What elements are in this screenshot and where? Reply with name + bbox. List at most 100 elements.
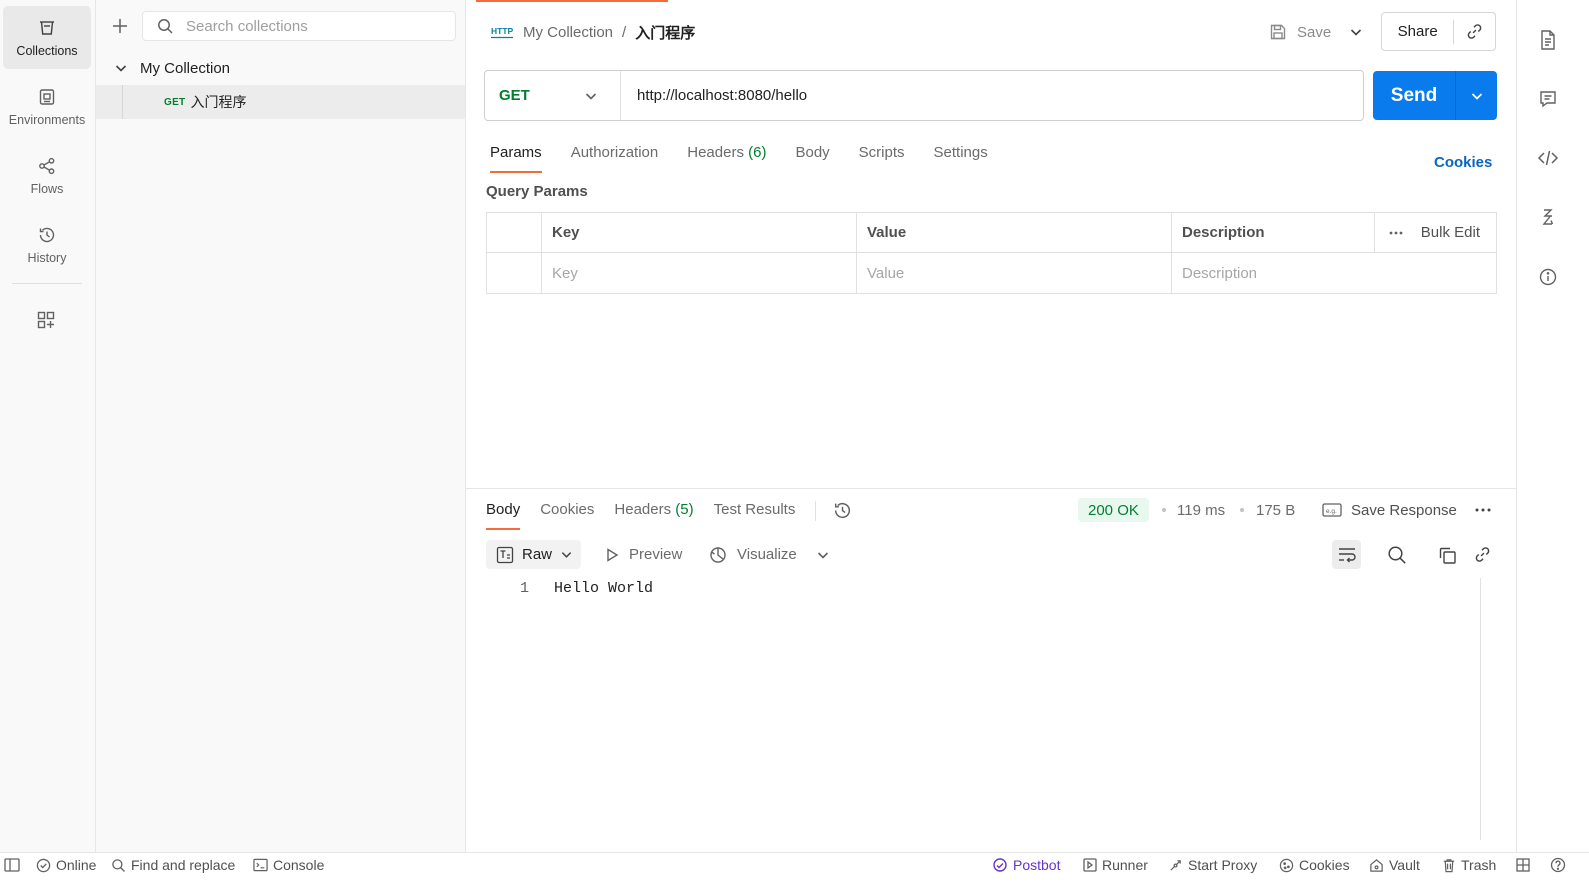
vault-button[interactable]: Vault: [1369, 853, 1420, 877]
copy-response-link-button[interactable]: [1468, 540, 1497, 569]
tab-body[interactable]: Body: [795, 142, 829, 174]
help-button[interactable]: [1550, 853, 1566, 877]
breadcrumb-request[interactable]: 入门程序: [635, 22, 695, 43]
console-label: Console: [273, 857, 325, 873]
query-params-title: Query Params: [486, 183, 588, 200]
more-options-icon[interactable]: [1388, 230, 1404, 236]
method-select[interactable]: GET: [485, 71, 621, 120]
key-input[interactable]: [552, 264, 856, 282]
bulk-edit-button[interactable]: Bulk Edit: [1421, 224, 1480, 241]
breadcrumb-collection[interactable]: My Collection: [523, 24, 613, 41]
postbot-button[interactable]: Postbot: [992, 853, 1060, 877]
start-proxy-button[interactable]: Start Proxy: [1168, 853, 1257, 877]
console-button[interactable]: Console: [253, 853, 324, 877]
response-size[interactable]: 175 B: [1256, 498, 1295, 522]
description-input[interactable]: [1182, 264, 1496, 282]
link-icon: [1475, 547, 1490, 562]
rail-environments[interactable]: Environments: [3, 75, 91, 138]
cookies-button[interactable]: Cookies: [1279, 853, 1350, 877]
tab-settings[interactable]: Settings: [934, 142, 988, 174]
online-status[interactable]: Online: [36, 853, 96, 877]
documentation-icon[interactable]: [1536, 28, 1560, 52]
copy-icon: [1439, 547, 1456, 564]
layout-toggle-button[interactable]: [1516, 853, 1530, 877]
rail-history[interactable]: History: [3, 213, 91, 276]
collection-row[interactable]: My Collection: [96, 51, 465, 85]
toggle-sidebar-button[interactable]: [4, 853, 20, 877]
rail-collections[interactable]: Collections: [3, 6, 91, 69]
visualize-button[interactable]: Visualize: [708, 540, 797, 569]
info-icon[interactable]: [1536, 265, 1560, 289]
chevron-down-icon[interactable]: [114, 61, 128, 75]
online-label: Online: [56, 857, 97, 873]
preview-button[interactable]: Preview: [604, 540, 682, 569]
send-button[interactable]: Send: [1373, 85, 1455, 107]
send-options-button[interactable]: [1456, 89, 1497, 103]
response-tab-test-results[interactable]: Test Results: [714, 500, 796, 530]
checkbox-column-header: [487, 213, 542, 252]
response-more-button[interactable]: [1472, 500, 1494, 520]
cookies-link[interactable]: Cookies: [1434, 154, 1492, 171]
save-button[interactable]: Save: [1268, 18, 1331, 46]
key-cell: [542, 253, 857, 293]
tab-params[interactable]: Params: [490, 142, 542, 174]
description-column-header: Description: [1172, 213, 1375, 252]
rail-divider: [12, 283, 82, 284]
cookie-icon: [1279, 858, 1294, 872]
method-value: GET: [499, 87, 530, 104]
http-request-icon: HTTP: [490, 22, 514, 42]
response-tab-cookies[interactable]: Cookies: [540, 500, 594, 530]
save-response-button[interactable]: e.g. Save Response: [1322, 498, 1457, 522]
response-body-text[interactable]: Hello World: [554, 580, 653, 597]
response-scrollbar[interactable]: [1480, 578, 1481, 840]
chevron-down-icon: [561, 552, 572, 558]
chevron-down-icon: [585, 92, 597, 100]
request-row[interactable]: GET 入门程序: [96, 85, 465, 119]
comments-icon[interactable]: [1536, 87, 1560, 111]
share-button[interactable]: Share: [1382, 23, 1453, 40]
new-collection-button[interactable]: [108, 14, 132, 38]
chevron-down-icon: [1471, 92, 1482, 100]
trash-button[interactable]: Trash: [1442, 853, 1496, 877]
query-params-table: Key Value Description Bulk Edit: [486, 212, 1497, 294]
search-collections-box[interactable]: [142, 11, 456, 41]
wrap-lines-button[interactable]: [1332, 540, 1361, 569]
response-tab-headers[interactable]: Headers (5): [614, 500, 693, 530]
response-history-icon[interactable]: [832, 500, 853, 521]
description-cell: [1172, 253, 1496, 293]
status-badge[interactable]: 200 OK: [1078, 498, 1149, 522]
value-input[interactable]: [867, 264, 1171, 282]
save-options-button[interactable]: [1344, 20, 1368, 44]
headers-count: (6): [748, 144, 767, 161]
rail-flows[interactable]: Flows: [3, 144, 91, 207]
visualize-options-button[interactable]: [816, 540, 830, 569]
response-time[interactable]: 119 ms: [1177, 498, 1225, 522]
search-response-button[interactable]: [1382, 540, 1411, 569]
request-name: 入门程序: [190, 94, 247, 110]
add-workspace-items-icon[interactable]: [36, 310, 56, 330]
layout-icon: [1516, 858, 1530, 872]
sidebar-toggle-icon: [4, 858, 20, 872]
start-proxy-label: Start Proxy: [1188, 857, 1258, 873]
response-divider[interactable]: [466, 488, 1516, 489]
format-select[interactable]: Raw: [486, 540, 581, 569]
search-collections-input[interactable]: [186, 17, 446, 35]
tab-headers[interactable]: Headers (6): [687, 142, 766, 174]
check-circle-icon: [36, 858, 51, 872]
response-tab-body[interactable]: Body: [486, 500, 521, 530]
runner-button[interactable]: Runner: [1083, 853, 1148, 877]
related-collections-icon[interactable]: [1536, 205, 1560, 229]
search-icon: [157, 18, 174, 35]
request-tabs: Params Authorization Headers (6) Body Sc…: [490, 142, 1017, 174]
tab-scripts[interactable]: Scripts: [859, 142, 905, 174]
code-snippet-icon[interactable]: [1536, 146, 1560, 170]
key-column-header: Key: [542, 213, 857, 252]
table-header-row: Key Value Description Bulk Edit: [487, 213, 1496, 253]
example-icon: e.g.: [1322, 502, 1342, 518]
find-replace-button[interactable]: Find and replace: [111, 853, 235, 877]
visualize-label: Visualize: [737, 546, 797, 563]
url-input[interactable]: [621, 71, 1363, 120]
tab-authorization[interactable]: Authorization: [571, 142, 659, 174]
copy-response-button[interactable]: [1432, 540, 1461, 569]
copy-link-button[interactable]: [1454, 22, 1495, 41]
